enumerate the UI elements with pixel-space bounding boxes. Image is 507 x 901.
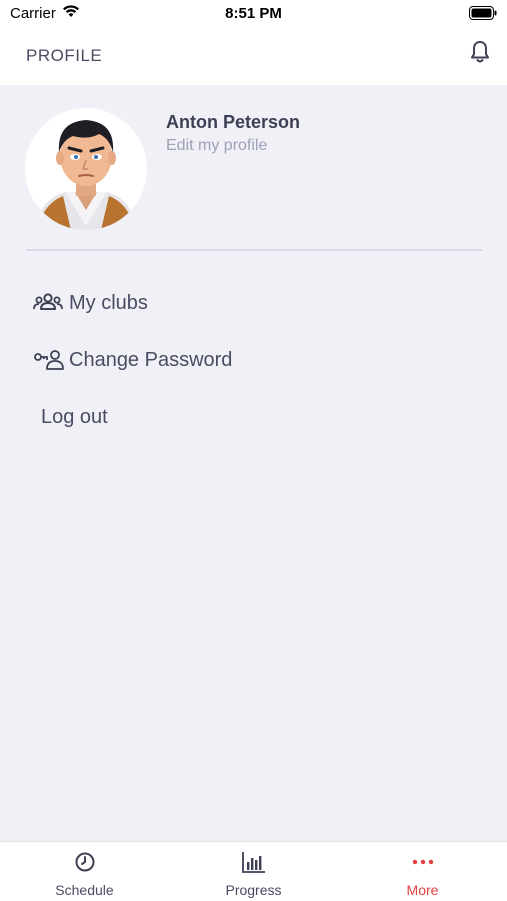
tab-label: Schedule xyxy=(55,882,114,898)
status-time: 8:51 PM xyxy=(225,5,282,22)
menu-item-log-out[interactable]: Log out xyxy=(41,397,481,437)
menu-item-my-clubs[interactable]: My clubs xyxy=(33,283,473,323)
clock-icon xyxy=(75,852,94,872)
page-title: PROFILE xyxy=(26,46,103,65)
tab-progress[interactable]: Progress xyxy=(169,842,338,901)
users-icon xyxy=(33,291,65,315)
key-user-icon xyxy=(33,348,65,372)
avatar-illustration xyxy=(25,108,147,230)
status-bar: Carrier 8:51 PM xyxy=(0,0,507,30)
bar-chart-icon xyxy=(241,852,265,873)
menu-item-label: Change Password xyxy=(69,348,233,371)
divider xyxy=(26,249,482,251)
bell-icon[interactable] xyxy=(469,40,491,64)
tab-more[interactable]: More xyxy=(338,842,507,901)
more-dots-icon xyxy=(412,859,433,865)
menu-item-change-password[interactable]: Change Password xyxy=(33,340,473,380)
edit-profile-link[interactable]: Edit my profile xyxy=(166,137,267,155)
tab-bar: Schedule Progress More xyxy=(0,841,507,901)
header: PROFILE xyxy=(0,30,507,85)
profile-name: Anton Peterson xyxy=(166,112,301,132)
menu-item-label: Log out xyxy=(41,405,108,428)
tab-label: Progress xyxy=(225,882,282,898)
tab-schedule[interactable]: Schedule xyxy=(0,842,169,901)
avatar[interactable] xyxy=(25,108,147,230)
tab-label: More xyxy=(406,882,439,898)
menu-item-label: My clubs xyxy=(69,291,148,314)
battery-icon xyxy=(469,6,497,20)
